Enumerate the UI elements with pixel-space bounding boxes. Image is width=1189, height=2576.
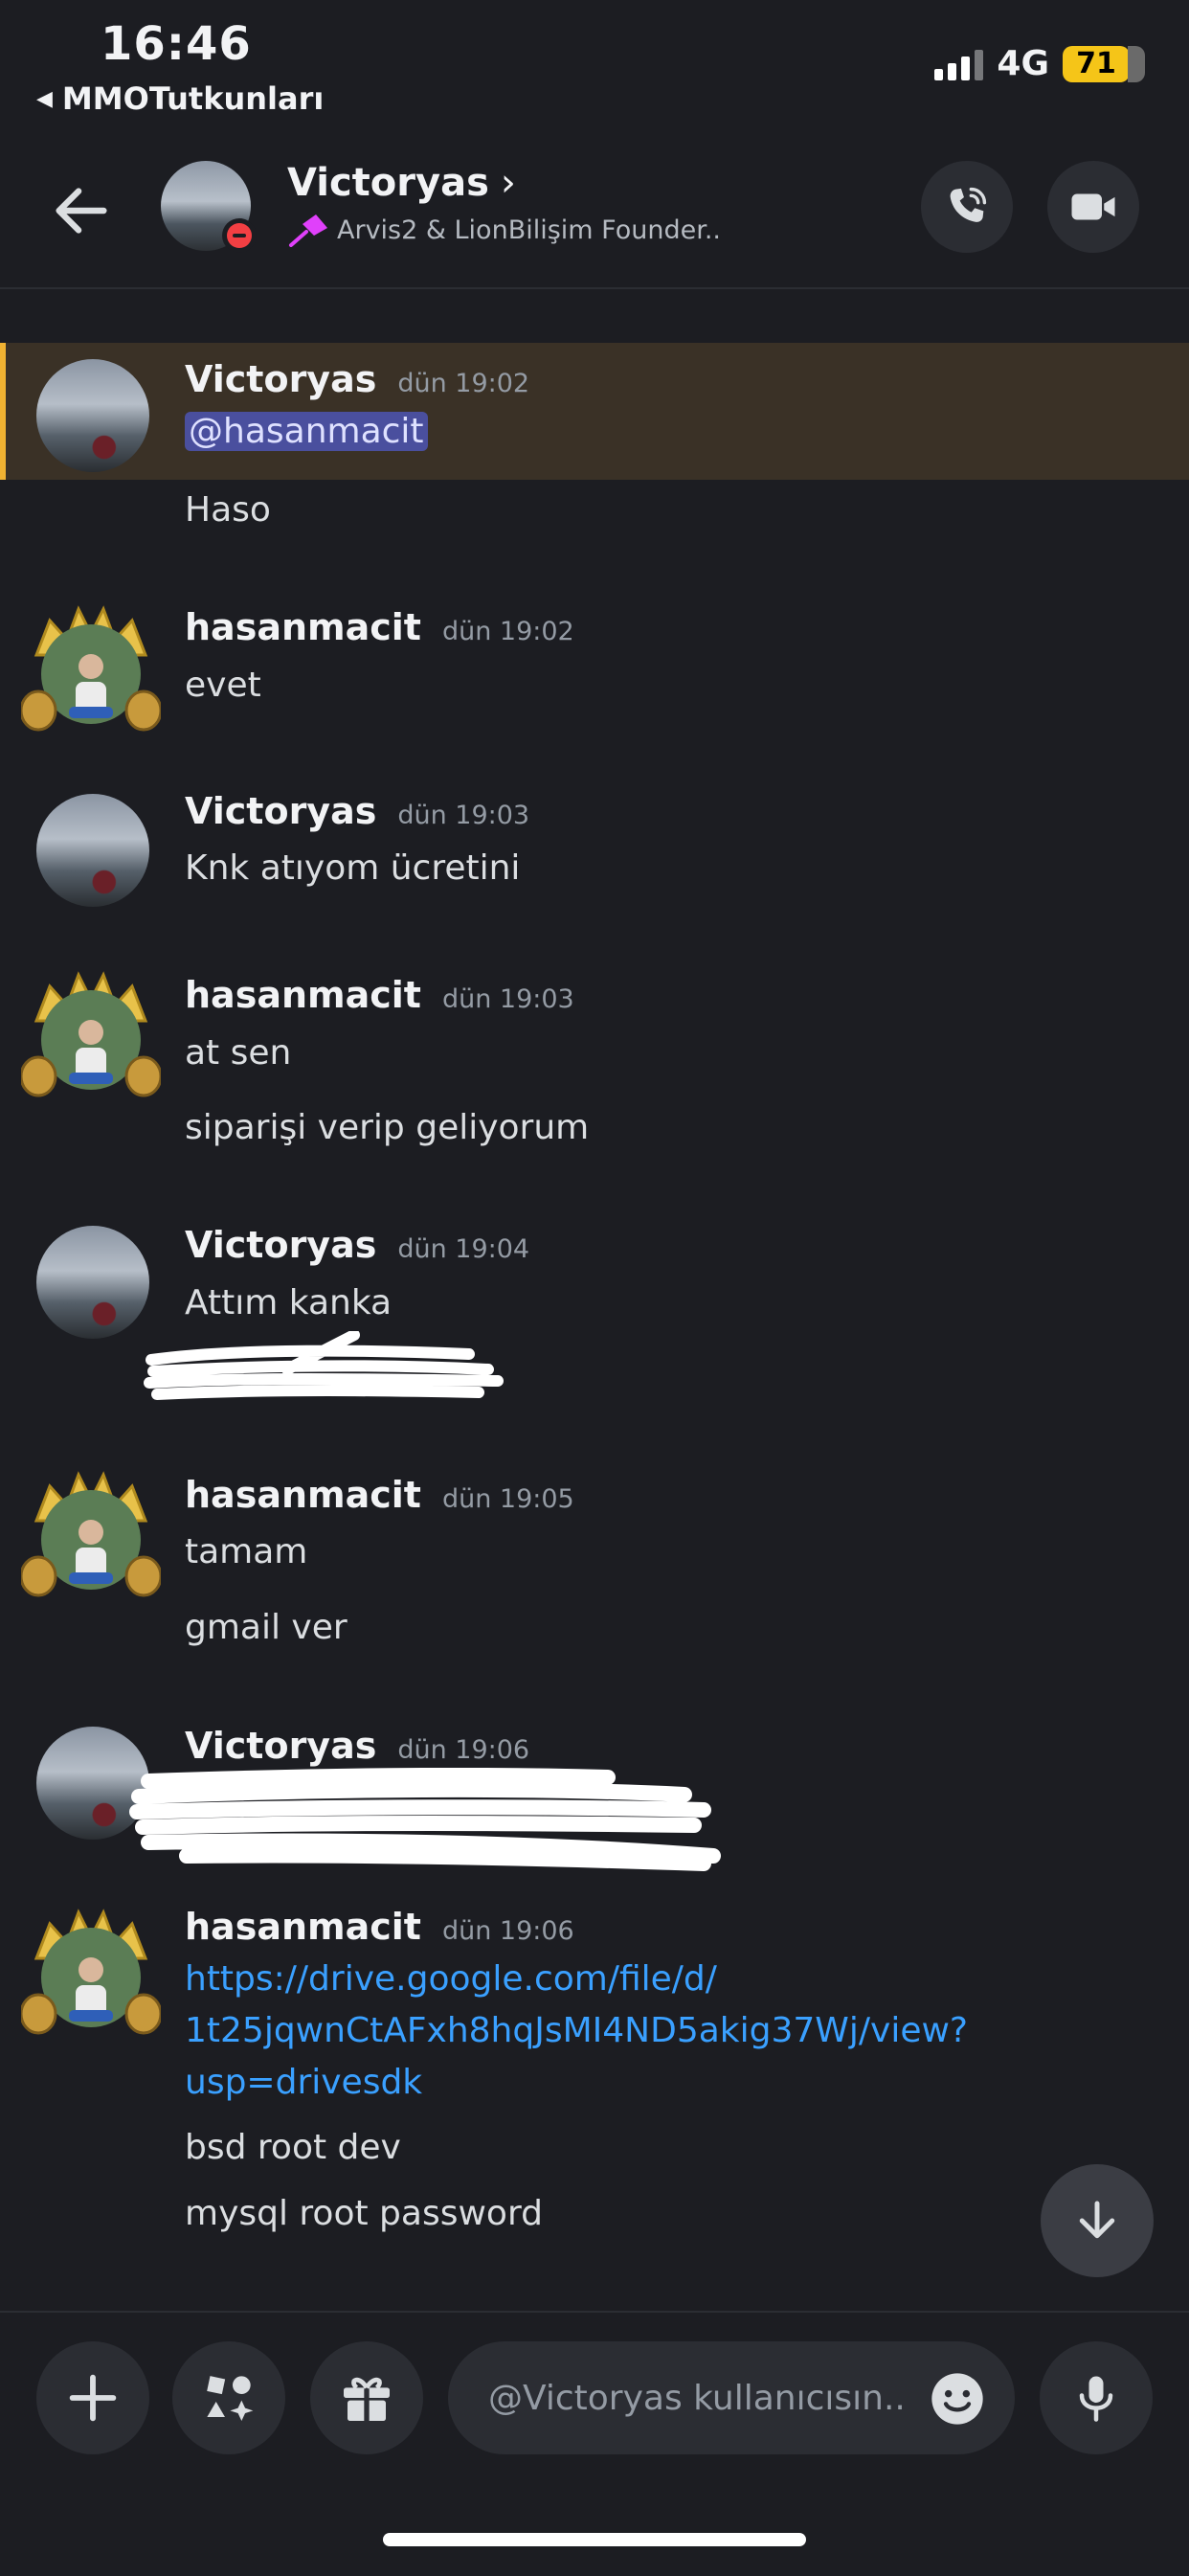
link-line: usp=drivesdk (185, 2063, 423, 2102)
battery-icon: 71 (1063, 45, 1145, 82)
user-mention[interactable]: @hasanmacit (185, 412, 428, 451)
back-app-label: MMOTutkunları (61, 80, 325, 117)
emoji-icon[interactable] (927, 2368, 988, 2429)
message-text: @hasanmacit (185, 412, 428, 451)
author-name: Victoryas (185, 1725, 377, 1767)
author-name: Victoryas (185, 1224, 377, 1266)
message-group[interactable]: Victoryas dün 19:02 @hasanmacit (0, 343, 1189, 480)
message-author[interactable]: Victoryas dün 19:03 (185, 790, 529, 832)
message-input-wrapper (448, 2341, 1015, 2454)
avatar-decoration-icon (19, 1909, 163, 2035)
redaction-scribble (144, 1331, 504, 1400)
message-author[interactable]: hasanmacit dün 19:02 (185, 606, 574, 648)
message-author[interactable]: Victoryas dün 19:04 (185, 1224, 529, 1266)
voice-call-button[interactable] (921, 161, 1013, 253)
message-text: Haso (185, 490, 271, 530)
network-label: 4G (997, 44, 1049, 83)
battery-level: 71 (1076, 46, 1116, 80)
message-text: siparişi verip geliyorum (185, 1108, 590, 1147)
message-time: dün 19:02 (441, 617, 574, 646)
microphone-icon (1079, 2376, 1113, 2422)
message-time: dün 19:04 (397, 1234, 530, 1264)
message-text: Knk atıyom ücretini (185, 848, 521, 888)
back-triangle-icon: ◀ (36, 86, 53, 111)
message-time: dün 19:02 (397, 369, 530, 398)
video-call-button[interactable] (1047, 161, 1139, 253)
voice-message-button[interactable] (1040, 2341, 1153, 2454)
gift-button[interactable] (310, 2341, 423, 2454)
avatar[interactable] (36, 1226, 149, 1339)
drive-link[interactable]: https://drive.google.com/file/d/ 1t25jqw… (185, 1954, 968, 2109)
apps-button[interactable] (172, 2341, 285, 2454)
message-time: dün 19:05 (441, 1484, 574, 1514)
message-author[interactable]: hasanmacit dün 19:06 (185, 1906, 574, 1948)
attach-button[interactable] (36, 2341, 149, 2454)
message-text: evet (185, 666, 261, 705)
message-text: mysql root password (185, 2194, 543, 2233)
message-text: tamam (185, 1532, 308, 1571)
avatar[interactable] (19, 1903, 163, 2043)
author-name: hasanmacit (185, 974, 421, 1016)
avatar-decoration-icon (19, 1471, 163, 1597)
author-name: hasanmacit (185, 1906, 421, 1948)
avatar[interactable] (19, 965, 163, 1105)
gift-icon (344, 2377, 390, 2421)
avatar[interactable] (19, 599, 163, 739)
message-text: Attım kanka (185, 1283, 393, 1322)
custom-status-text: Arvis2 & LionBilişim Founder.. (337, 215, 722, 245)
redaction-scribble (129, 1768, 721, 1871)
author-name: Victoryas (185, 358, 377, 400)
message-time: dün 19:06 (441, 1916, 574, 1946)
apps-icon (207, 2376, 254, 2421)
message-text: at sen (185, 1033, 292, 1073)
avatar-decoration-icon (19, 605, 163, 732)
message-text: bsd root dev (185, 2128, 401, 2167)
arrow-left-icon[interactable] (48, 177, 115, 244)
plus-icon (69, 2374, 117, 2422)
header-name: Victoryas (287, 161, 489, 205)
message-author[interactable]: hasanmacit dün 19:03 (185, 974, 574, 1016)
message-time: dün 19:06 (397, 1735, 530, 1765)
author-name: hasanmacit (185, 606, 421, 648)
phone-icon (950, 187, 987, 222)
pushpin-icon (289, 215, 327, 247)
link-line: https://drive.google.com/file/d/ (185, 1959, 717, 1999)
avatar[interactable] (161, 161, 257, 253)
message-author[interactable]: Victoryas dün 19:02 (185, 358, 529, 400)
avatar[interactable] (36, 359, 149, 472)
custom-status: Arvis2 & LionBilişim Founder.. (287, 213, 721, 247)
chevron-right-icon: › (500, 161, 516, 205)
video-icon (1071, 193, 1115, 220)
link-line: 1t25jqwnCtAFxh8hqJsMI4ND5akig37Wj/view? (185, 2011, 969, 2050)
author-name: hasanmacit (185, 1474, 421, 1516)
message-text: gmail ver (185, 1608, 348, 1647)
author-name: Victoryas (185, 790, 377, 832)
chat-header: Victoryas › Arvis2 & LionBilişim Founder.… (0, 144, 1189, 289)
message-author[interactable]: Victoryas dün 19:06 (185, 1725, 529, 1767)
message-input[interactable] (486, 2377, 911, 2419)
arrow-down-icon (1079, 2201, 1115, 2239)
message-time: dün 19:03 (397, 801, 530, 830)
scroll-to-bottom-button[interactable] (1041, 2164, 1154, 2277)
signal-icon (934, 48, 984, 80)
status-time: 16:46 (101, 17, 252, 71)
message-time: dün 19:03 (441, 984, 574, 1014)
back-to-app[interactable]: ◀ MMOTutkunları (36, 80, 324, 117)
avatar-decoration-icon (19, 971, 163, 1097)
avatar[interactable] (36, 794, 149, 907)
dnd-status-icon (222, 218, 257, 253)
avatar[interactable] (19, 1465, 163, 1605)
message-author[interactable]: hasanmacit dün 19:05 (185, 1474, 574, 1516)
status-right: 4G 71 (934, 44, 1145, 83)
home-indicator (383, 2533, 806, 2546)
header-title[interactable]: Victoryas › (287, 161, 516, 205)
